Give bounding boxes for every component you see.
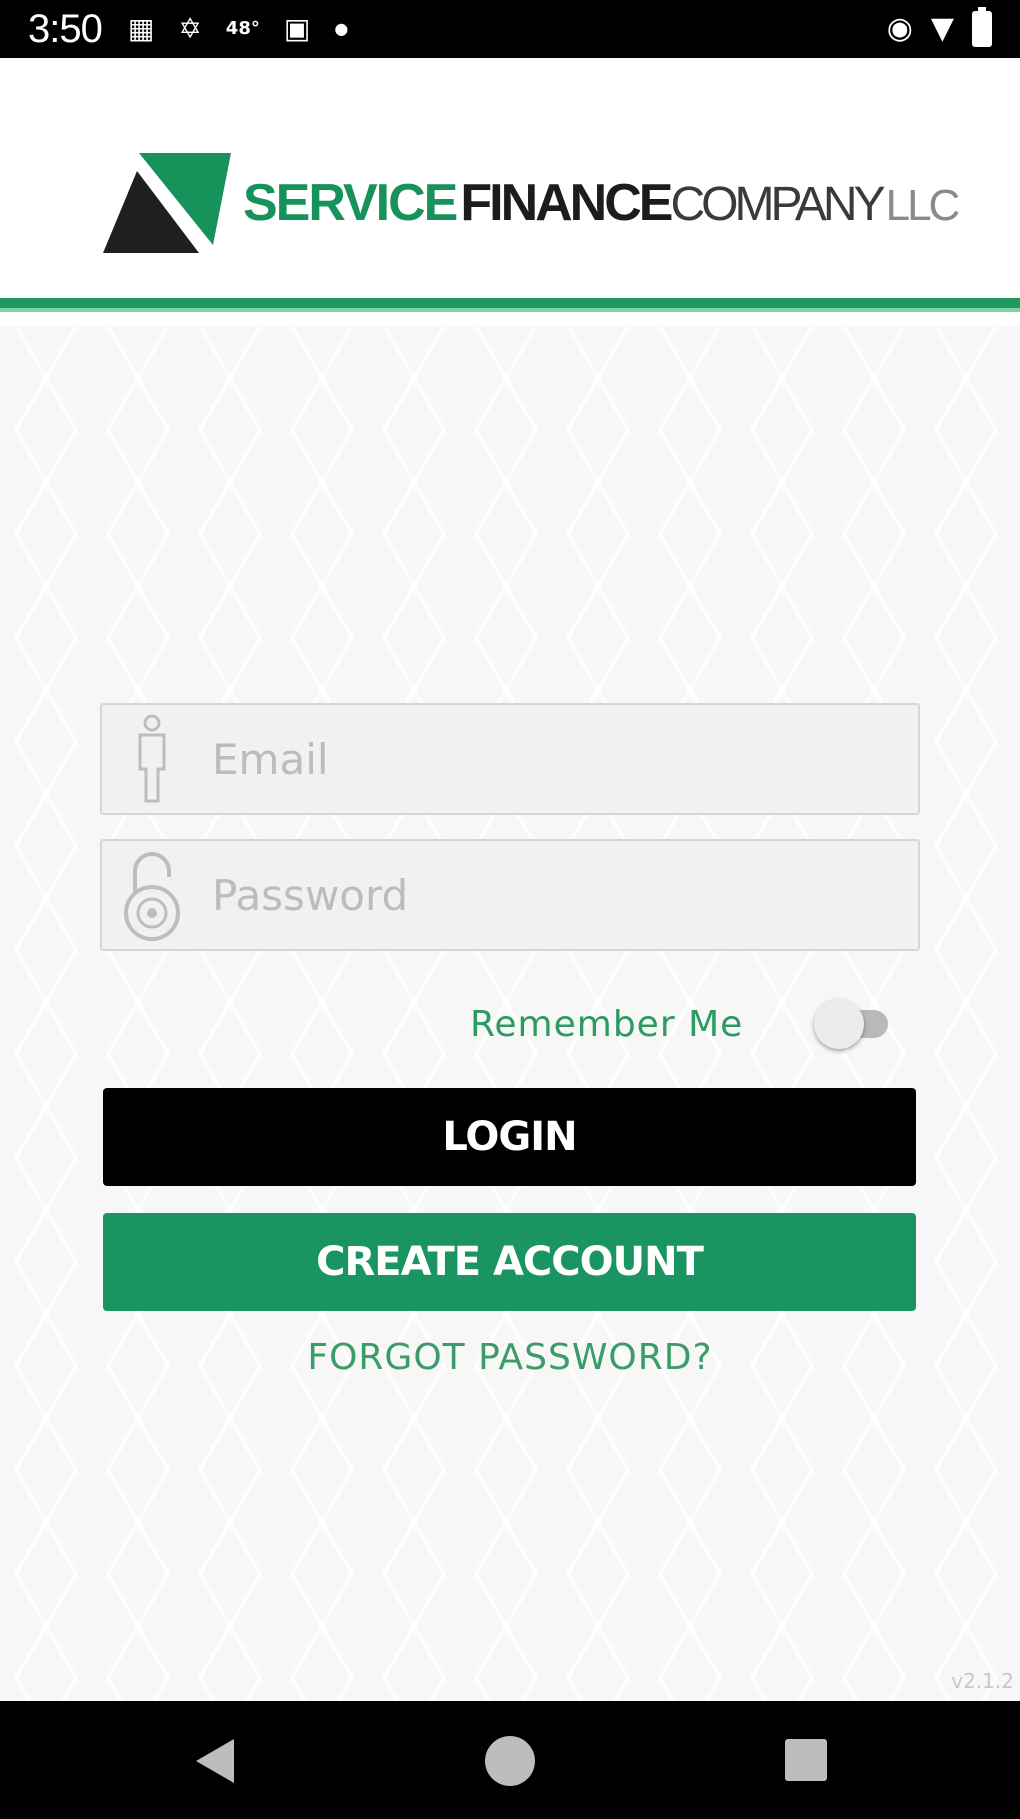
email-input[interactable]: [202, 705, 918, 813]
toggle-knob: [814, 999, 864, 1049]
remember-me-label: Remember Me: [470, 1003, 744, 1045]
company-logo: SERVICE FINANCE COMPANY LLC: [103, 153, 960, 253]
person-icon: [102, 705, 202, 813]
home-icon[interactable]: [485, 1736, 535, 1786]
header-divider: [0, 298, 1020, 312]
temperature-text: 48°: [225, 18, 260, 39]
header: SERVICE FINANCE COMPANY LLC: [0, 58, 1020, 298]
battery-icon: [972, 7, 992, 47]
logo-word-llc: LLC: [885, 181, 961, 230]
logo-word-finance: FINANCE: [460, 174, 673, 232]
create-account-button[interactable]: CREATE ACCOUNT: [103, 1213, 916, 1311]
logo-wordmark: SERVICE FINANCE COMPANY LLC: [243, 174, 961, 232]
navigation-bar: [0, 1701, 1020, 1819]
recents-icon[interactable]: [785, 1739, 827, 1781]
remember-me-toggle[interactable]: [814, 999, 900, 1049]
settings-icon: ✡: [178, 12, 202, 45]
version-text: v2.1.2: [951, 1669, 1014, 1693]
login-panel: Remember Me LOGIN CREATE ACCOUNT FORGOT …: [0, 326, 1020, 1701]
login-button[interactable]: LOGIN: [103, 1088, 916, 1186]
eye-icon: ◉: [886, 11, 913, 46]
back-icon[interactable]: [196, 1739, 234, 1783]
forgot-password-link[interactable]: FORGOT PASSWORD?: [0, 1337, 1020, 1378]
email-field[interactable]: [100, 703, 920, 815]
password-field[interactable]: [100, 839, 920, 951]
dot-icon: ●: [334, 19, 349, 38]
status-time: 3:50: [28, 6, 103, 51]
logo-word-company: COMPANY: [670, 178, 885, 231]
status-left-icons: ▦ ✡ 48° ▣ ●: [128, 15, 348, 43]
logo-mark-icon: [103, 153, 231, 253]
wifi-icon: ▼: [930, 11, 954, 46]
status-right-icons: ◉ ▼: [886, 7, 992, 47]
sim-icon: ▣: [283, 12, 311, 45]
padlock-icon: [102, 841, 202, 949]
password-input[interactable]: [202, 841, 918, 949]
notification-icon: ▦: [127, 12, 155, 45]
remember-me-row: Remember Me: [470, 994, 900, 1054]
status-bar: 3:50 ▦ ✡ 48° ▣ ● ◉ ▼: [0, 0, 1020, 58]
logo-word-service: SERVICE: [243, 174, 458, 232]
